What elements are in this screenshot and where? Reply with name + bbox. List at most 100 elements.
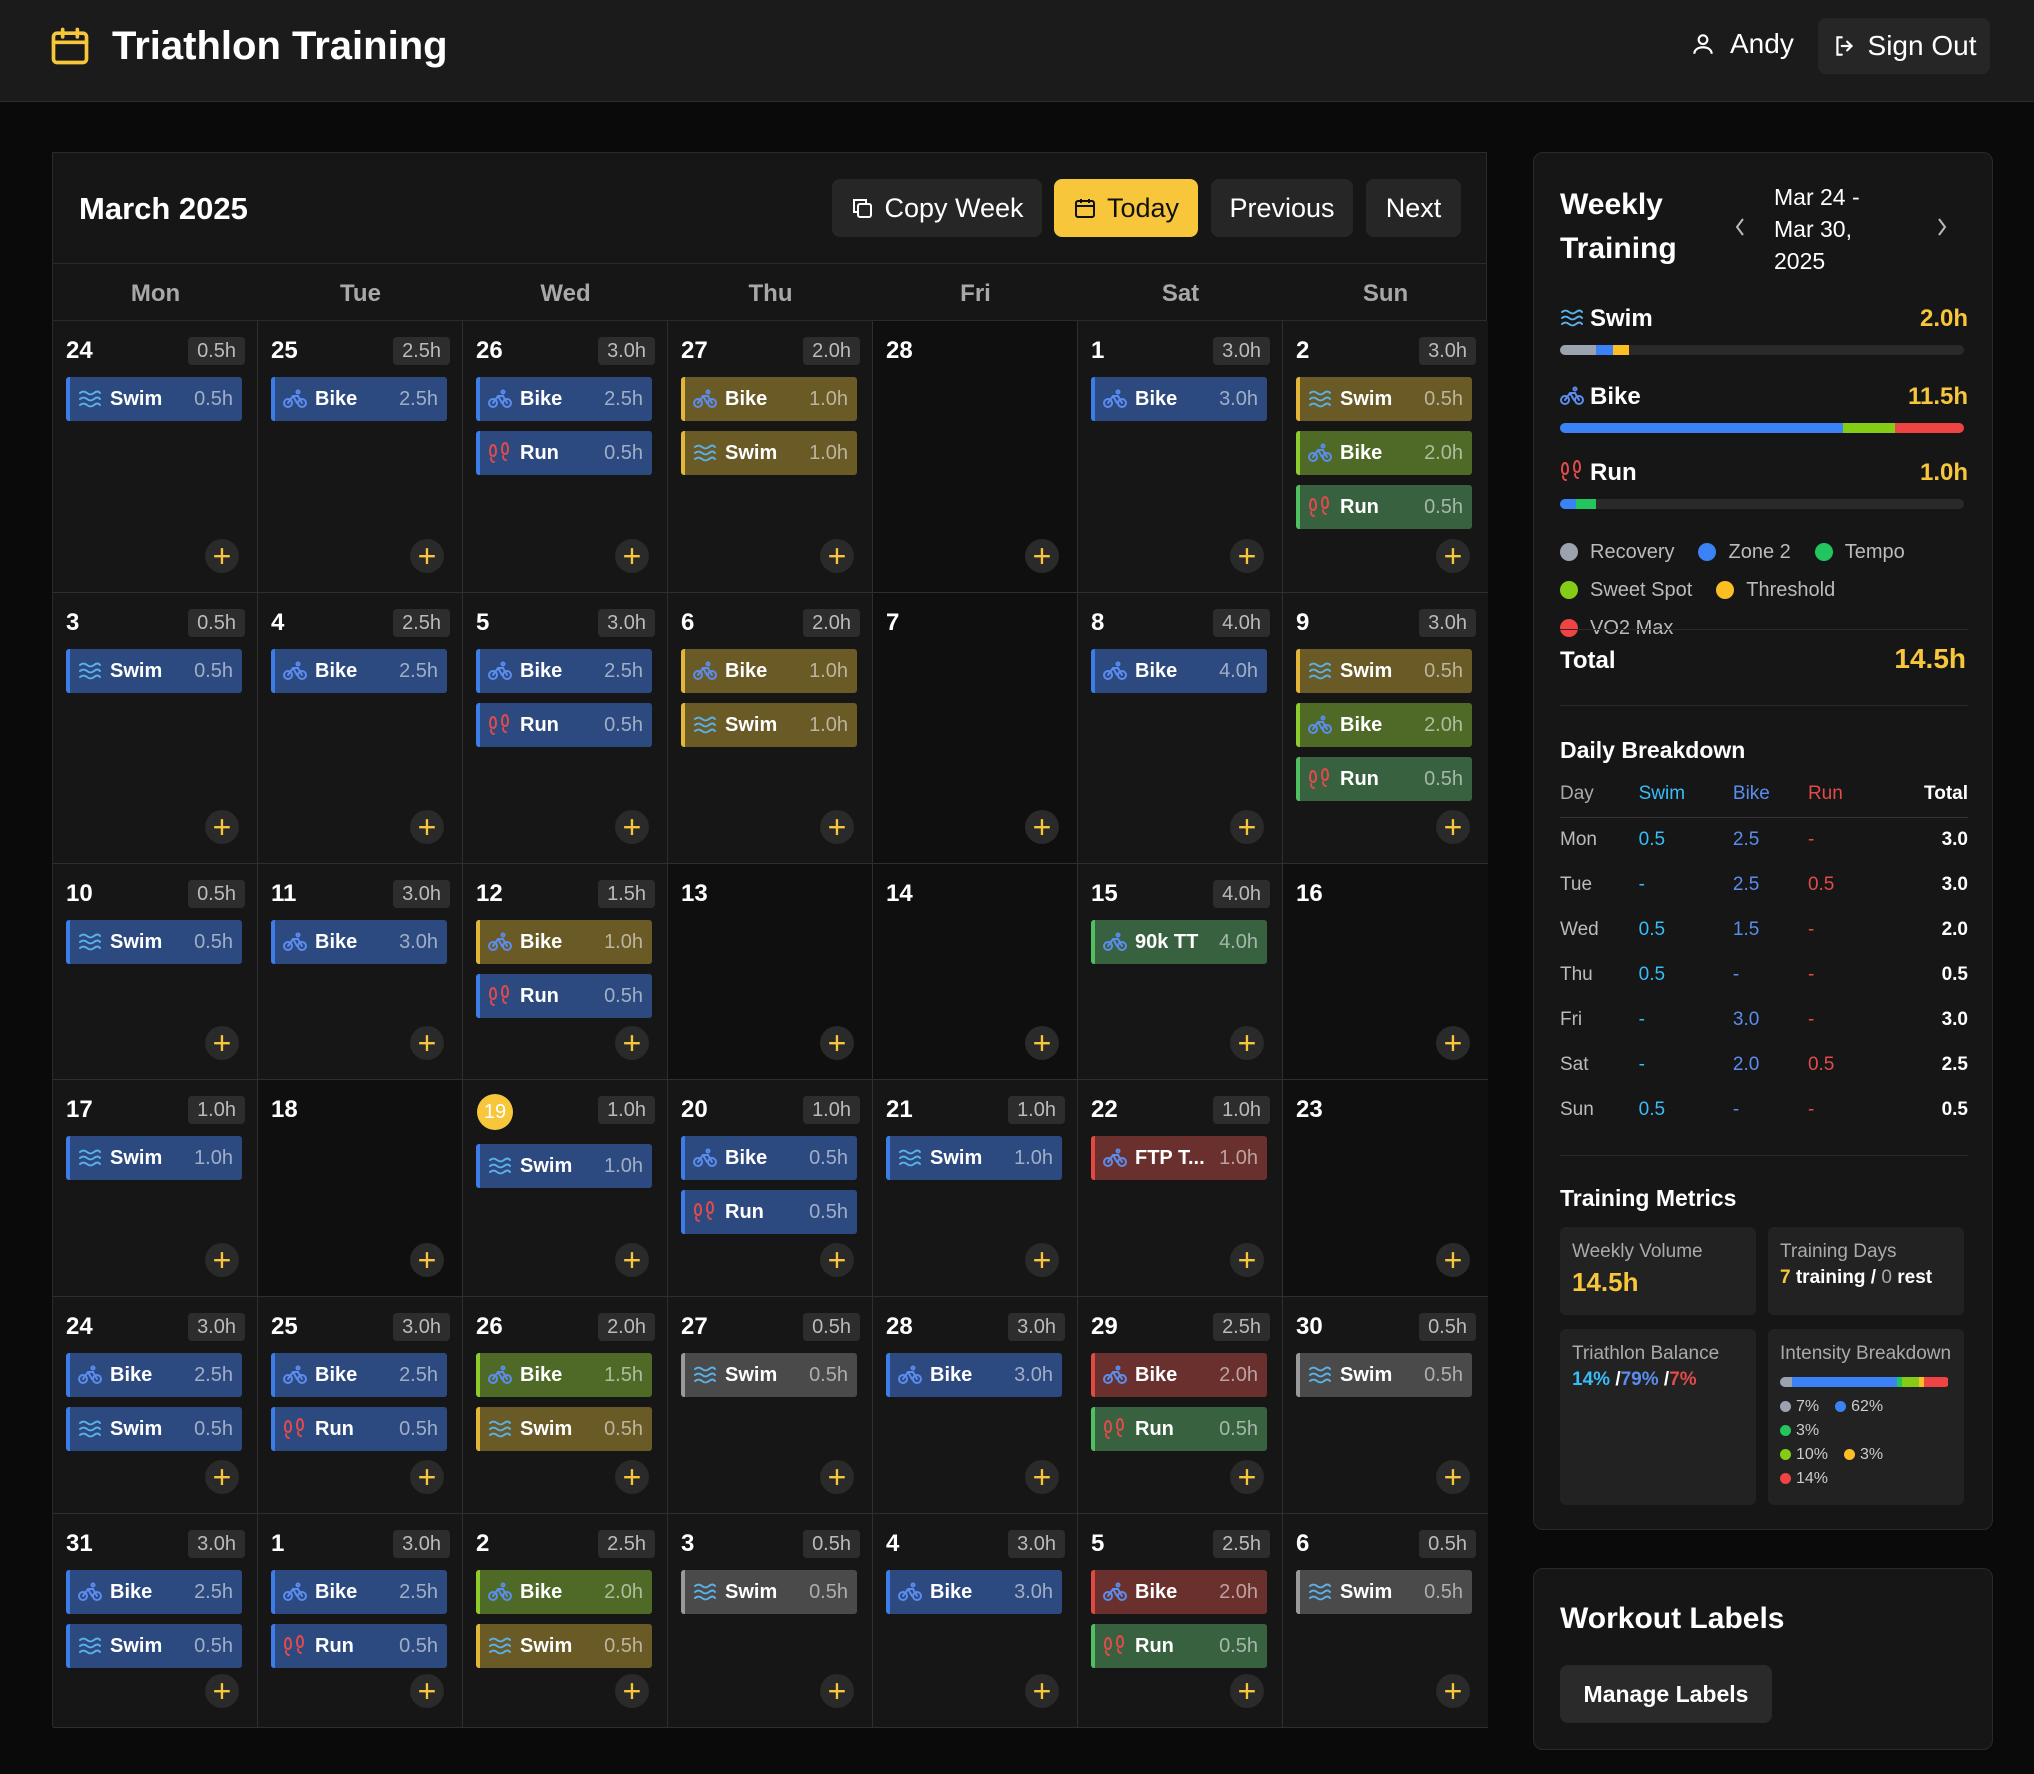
day-cell[interactable]: 7 + (873, 593, 1078, 864)
add-workout-button[interactable]: + (615, 1243, 649, 1277)
day-cell[interactable]: 6 2.0h Bike 1.0h Swim 1.0h + (668, 593, 873, 864)
add-workout-button[interactable]: + (205, 539, 239, 573)
add-workout-button[interactable]: + (410, 1026, 444, 1060)
add-workout-button[interactable]: + (410, 1460, 444, 1494)
workout-card-swim[interactable]: Swim 0.5h (1296, 377, 1472, 421)
workout-card-bike[interactable]: Bike 2.5h (271, 1353, 447, 1397)
workout-card-swim[interactable]: Swim 0.5h (66, 649, 242, 693)
workout-card-bike[interactable]: Bike 1.0h (681, 649, 857, 693)
chevron-right-icon[interactable] (1932, 215, 1952, 239)
add-workout-button[interactable]: + (615, 539, 649, 573)
day-cell[interactable]: 3 0.5h Swim 0.5h + (668, 1514, 873, 1728)
workout-card-bike[interactable]: Bike 2.0h (1091, 1353, 1267, 1397)
day-cell[interactable]: 14 + (873, 864, 1078, 1080)
workout-card-bike[interactable]: Bike 4.0h (1091, 649, 1267, 693)
day-cell[interactable]: 27 2.0h Bike 1.0h Swim 1.0h + (668, 321, 873, 593)
user-menu[interactable]: Andy (1690, 28, 1794, 60)
workout-card-run[interactable]: Run 0.5h (1091, 1624, 1267, 1668)
day-cell[interactable]: 11 3.0h Bike 3.0h + (258, 864, 463, 1080)
add-workout-button[interactable]: + (615, 1460, 649, 1494)
day-cell[interactable]: 23 + (1283, 1080, 1488, 1297)
day-cell[interactable]: 10 0.5h Swim 0.5h + (53, 864, 258, 1080)
workout-card-bike[interactable]: Bike 2.0h (1091, 1570, 1267, 1614)
add-workout-button[interactable]: + (1436, 539, 1470, 573)
day-cell[interactable]: 17 1.0h Swim 1.0h + (53, 1080, 258, 1297)
add-workout-button[interactable]: + (820, 810, 854, 844)
workout-card-bike[interactable]: Bike 3.0h (271, 920, 447, 964)
workout-card-run[interactable]: Run 0.5h (1296, 485, 1472, 529)
workout-card-run[interactable]: Run 0.5h (1091, 1407, 1267, 1451)
day-cell[interactable]: 8 4.0h Bike 4.0h + (1078, 593, 1283, 864)
workout-card-bike[interactable]: Bike 2.5h (271, 649, 447, 693)
add-workout-button[interactable]: + (1436, 1026, 1470, 1060)
day-cell[interactable]: 6 0.5h Swim 0.5h + (1283, 1514, 1488, 1728)
add-workout-button[interactable]: + (1230, 810, 1264, 844)
workout-card-swim[interactable]: Swim 0.5h (476, 1407, 652, 1451)
workout-card-bike[interactable]: Bike 2.5h (271, 377, 447, 421)
day-cell[interactable]: 2 2.5h Bike 2.0h Swim 0.5h + (463, 1514, 668, 1728)
day-cell[interactable]: 16 + (1283, 864, 1488, 1080)
workout-card-bike[interactable]: Bike 2.5h (66, 1353, 242, 1397)
day-cell[interactable]: 30 0.5h Swim 0.5h + (1283, 1297, 1488, 1514)
add-workout-button[interactable]: + (1436, 1674, 1470, 1708)
add-workout-button[interactable]: + (615, 1026, 649, 1060)
workout-card-run[interactable]: Run 0.5h (476, 974, 652, 1018)
day-cell[interactable]: 29 2.5h Bike 2.0h Run 0.5h + (1078, 1297, 1283, 1514)
day-cell[interactable]: 26 2.0h Bike 1.5h Swim 0.5h + (463, 1297, 668, 1514)
add-workout-button[interactable]: + (820, 539, 854, 573)
workout-card-swim[interactable]: Swim 1.0h (476, 1144, 652, 1188)
workout-card-swim[interactable]: Swim 1.0h (66, 1136, 242, 1180)
workout-card-swim[interactable]: Swim 1.0h (681, 703, 857, 747)
day-cell[interactable]: 5 3.0h Bike 2.5h Run 0.5h + (463, 593, 668, 864)
workout-card-bike[interactable]: Bike 3.0h (1091, 377, 1267, 421)
next-button[interactable]: Next (1366, 179, 1461, 237)
add-workout-button[interactable]: + (1230, 539, 1264, 573)
add-workout-button[interactable]: + (205, 1460, 239, 1494)
copy-week-button[interactable]: Copy Week (832, 179, 1042, 237)
workout-card-swim[interactable]: Swim 0.5h (1296, 649, 1472, 693)
add-workout-button[interactable]: + (205, 1674, 239, 1708)
day-cell[interactable]: 25 3.0h Bike 2.5h Run 0.5h + (258, 1297, 463, 1514)
workout-card-run[interactable]: Run 0.5h (271, 1624, 447, 1668)
add-workout-button[interactable]: + (410, 810, 444, 844)
previous-button[interactable]: Previous (1211, 179, 1353, 237)
workout-card-run[interactable]: Run 0.5h (271, 1407, 447, 1451)
add-workout-button[interactable]: + (1025, 810, 1059, 844)
add-workout-button[interactable]: + (1025, 1460, 1059, 1494)
day-cell[interactable]: 13 + (668, 864, 873, 1080)
day-cell[interactable]: 20 1.0h Bike 0.5h Run 0.5h + (668, 1080, 873, 1297)
day-cell[interactable]: 27 0.5h Swim 0.5h + (668, 1297, 873, 1514)
add-workout-button[interactable]: + (1025, 539, 1059, 573)
day-cell[interactable]: 2 3.0h Swim 0.5h Bike 2.0h Run 0.5h + (1283, 321, 1488, 593)
add-workout-button[interactable]: + (615, 1674, 649, 1708)
day-cell[interactable]: 24 3.0h Bike 2.5h Swim 0.5h + (53, 1297, 258, 1514)
add-workout-button[interactable]: + (820, 1674, 854, 1708)
add-workout-button[interactable]: + (820, 1460, 854, 1494)
add-workout-button[interactable]: + (1025, 1026, 1059, 1060)
workout-card-swim[interactable]: Swim 0.5h (66, 1624, 242, 1668)
workout-card-bike[interactable]: Bike 2.5h (476, 649, 652, 693)
day-cell[interactable]: 9 3.0h Swim 0.5h Bike 2.0h Run 0.5h + (1283, 593, 1488, 864)
workout-card-bike[interactable]: Bike 2.0h (1296, 431, 1472, 475)
add-workout-button[interactable]: + (1436, 810, 1470, 844)
workout-card-bike[interactable]: Bike 3.0h (886, 1570, 1062, 1614)
day-cell[interactable]: 18 + (258, 1080, 463, 1297)
add-workout-button[interactable]: + (820, 1026, 854, 1060)
workout-card-bike[interactable]: 90k TT 4.0h (1091, 920, 1267, 964)
workout-card-bike[interactable]: Bike 2.0h (1296, 703, 1472, 747)
workout-card-bike[interactable]: Bike 0.5h (681, 1136, 857, 1180)
workout-card-run[interactable]: Run 0.5h (476, 431, 652, 475)
workout-card-swim[interactable]: Swim 1.0h (886, 1136, 1062, 1180)
day-cell[interactable]: 15 4.0h 90k TT 4.0h + (1078, 864, 1283, 1080)
day-cell[interactable]: 25 2.5h Bike 2.5h + (258, 321, 463, 593)
day-cell[interactable]: 24 0.5h Swim 0.5h + (53, 321, 258, 593)
day-cell[interactable]: 31 3.0h Bike 2.5h Swim 0.5h + (53, 1514, 258, 1728)
add-workout-button[interactable]: + (410, 1243, 444, 1277)
sign-out-button[interactable]: Sign Out (1818, 18, 1990, 74)
day-cell[interactable]: 3 0.5h Swim 0.5h + (53, 593, 258, 864)
add-workout-button[interactable]: + (1436, 1460, 1470, 1494)
workout-card-run[interactable]: Run 0.5h (1296, 757, 1472, 801)
add-workout-button[interactable]: + (410, 539, 444, 573)
workout-card-bike[interactable]: Bike 2.5h (66, 1570, 242, 1614)
day-cell[interactable]: 21 1.0h Swim 1.0h + (873, 1080, 1078, 1297)
